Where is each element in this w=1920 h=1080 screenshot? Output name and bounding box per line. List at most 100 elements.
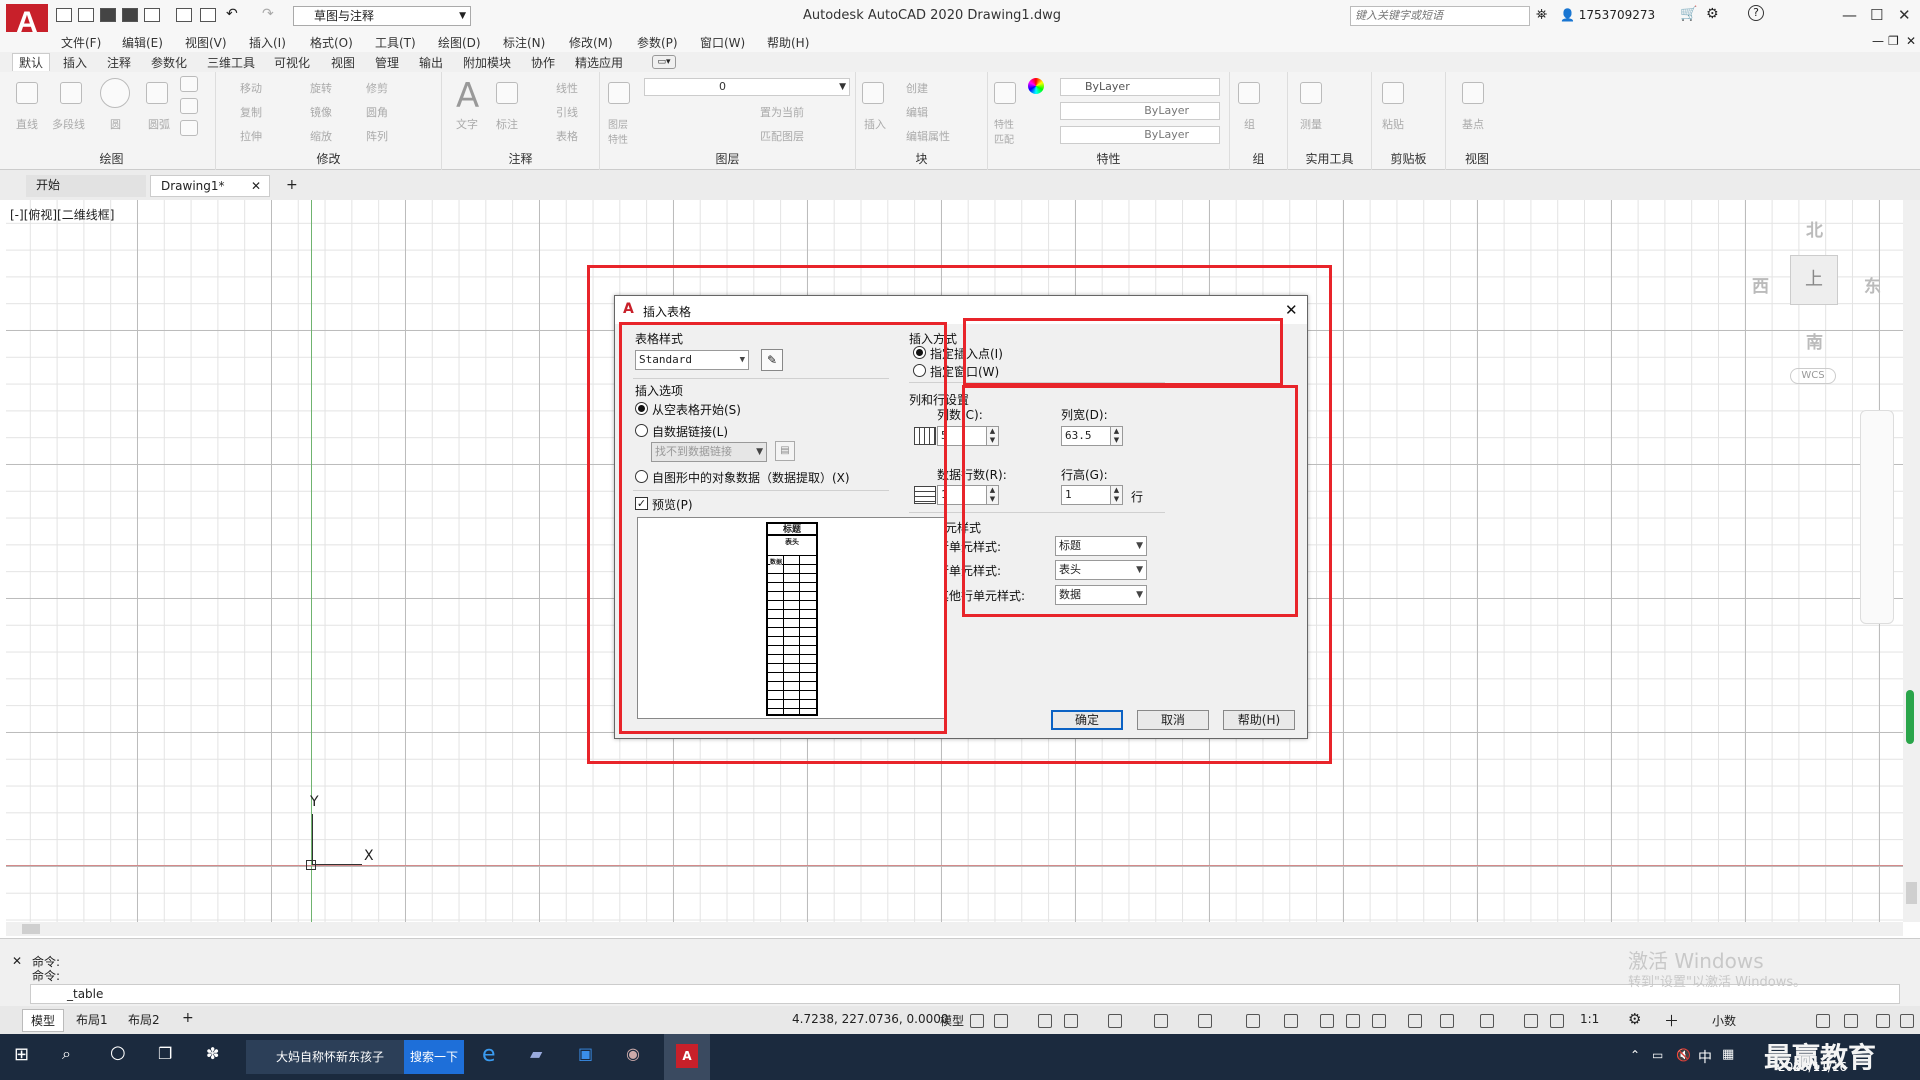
panel-layers-title[interactable]: 图层 bbox=[600, 150, 855, 167]
gizmo-icon[interactable] bbox=[1524, 1014, 1538, 1028]
doc-minimize-button[interactable]: — bbox=[1872, 34, 1884, 48]
scale-button[interactable]: 缩放 bbox=[310, 128, 332, 144]
ortho-icon[interactable] bbox=[1108, 1014, 1122, 1028]
units-dropdown[interactable]: 小数 bbox=[1712, 1012, 1736, 1029]
viewport-controls[interactable]: [-][俯视][二维线框] bbox=[10, 206, 114, 223]
ellipse-icon[interactable] bbox=[180, 120, 198, 136]
vertical-scrollbar[interactable] bbox=[1903, 200, 1920, 922]
tab-3d-tools[interactable]: 三维工具 bbox=[207, 54, 255, 71]
color-dropdown[interactable]: ByLayer bbox=[1060, 78, 1220, 96]
menu-window[interactable]: 窗口(W) bbox=[700, 34, 745, 51]
viewcube-west[interactable]: 西 bbox=[1752, 272, 1769, 297]
table-button[interactable]: 表格 bbox=[556, 128, 578, 144]
export-icon[interactable] bbox=[144, 8, 160, 22]
tab-start[interactable]: 开始 bbox=[26, 175, 146, 197]
tab-model[interactable]: 模型 bbox=[22, 1009, 65, 1032]
tab-collaborate[interactable]: 协作 bbox=[531, 54, 555, 71]
linear-button[interactable]: 线性 bbox=[556, 80, 578, 96]
tab-insert[interactable]: 插入 bbox=[63, 54, 87, 71]
navigation-bar[interactable] bbox=[1860, 410, 1894, 624]
menu-draw[interactable]: 绘图(D) bbox=[438, 34, 481, 51]
scroll-thumb[interactable] bbox=[1906, 882, 1917, 904]
layer-dropdown[interactable]: 0 ▼ bbox=[644, 78, 850, 96]
mirror-button[interactable]: 镜像 bbox=[310, 104, 332, 120]
menu-format[interactable]: 格式(O) bbox=[310, 34, 353, 51]
tab-visualize[interactable]: 可视化 bbox=[274, 54, 310, 71]
workspace-switcher[interactable]: 草图与注释 ▼ bbox=[293, 6, 471, 26]
autocad-task[interactable]: A bbox=[664, 1034, 710, 1080]
panel-clipboard-title[interactable]: 剪贴板 bbox=[1372, 150, 1445, 167]
a360-icon[interactable]: ⚙ bbox=[1706, 6, 1719, 22]
menu-modify[interactable]: 修改(M) bbox=[569, 34, 613, 51]
keyboard-icon[interactable]: ▦ bbox=[1722, 1047, 1734, 1062]
isolate-objects-icon[interactable] bbox=[1876, 1014, 1890, 1028]
color-wheel-icon[interactable] bbox=[1028, 78, 1044, 94]
base-point-icon[interactable] bbox=[1462, 82, 1484, 104]
circle-icon[interactable] bbox=[100, 78, 130, 108]
menu-help[interactable]: 帮助(H) bbox=[767, 34, 809, 51]
copy-button[interactable]: 复制 bbox=[240, 104, 262, 120]
tab-default[interactable]: 默认 bbox=[12, 53, 51, 71]
new-tab-button[interactable]: + bbox=[282, 175, 298, 197]
panel-utilities-title[interactable]: 实用工具 bbox=[1288, 150, 1371, 167]
annotation-visibility-icon[interactable] bbox=[1550, 1014, 1564, 1028]
infer-icon[interactable] bbox=[1038, 1014, 1052, 1028]
cortana-icon[interactable]: ○ bbox=[110, 1042, 126, 1063]
group-icon[interactable] bbox=[1238, 82, 1260, 104]
customize-icon[interactable] bbox=[1900, 1014, 1914, 1028]
wcs-menu[interactable]: WCS bbox=[1790, 368, 1836, 384]
tab-output[interactable]: 输出 bbox=[419, 54, 443, 71]
edge-icon[interactable]: e bbox=[482, 1042, 496, 1067]
tab-drawing1[interactable]: Drawing1* ✕ bbox=[150, 175, 270, 197]
rectangle-icon[interactable] bbox=[180, 76, 198, 92]
cart-icon[interactable]: 🛒 bbox=[1680, 6, 1697, 22]
osnap-track-icon[interactable] bbox=[1246, 1014, 1260, 1028]
coordinates-readout[interactable]: 4.7238, 227.0736, 0.0000 bbox=[792, 1012, 949, 1026]
cancel-button[interactable]: 取消 bbox=[1137, 710, 1209, 730]
hatch-icon[interactable] bbox=[180, 98, 198, 114]
viewcube-east[interactable]: 东 bbox=[1864, 272, 1881, 297]
measure-icon[interactable] bbox=[1300, 82, 1322, 104]
panel-properties-title[interactable]: 特性 bbox=[988, 150, 1229, 167]
lock-ui-icon[interactable] bbox=[1844, 1014, 1858, 1028]
browser-task[interactable]: 大妈自称怀新东孩子 bbox=[246, 1040, 406, 1074]
polar-icon[interactable] bbox=[1154, 1014, 1168, 1028]
gear-icon[interactable]: ⚙ bbox=[1628, 1010, 1641, 1028]
tray-up-icon[interactable]: ⌃ bbox=[1630, 1048, 1640, 1062]
trim-button[interactable]: 修剪 bbox=[366, 80, 388, 96]
tab-manage[interactable]: 管理 bbox=[375, 54, 399, 71]
edit-attributes-button[interactable]: 编辑属性 bbox=[906, 128, 950, 144]
viewcube-top-face[interactable]: 上 bbox=[1790, 255, 1838, 305]
model-space-button[interactable]: 模型 bbox=[940, 1012, 964, 1029]
dynamic-input-icon[interactable] bbox=[1064, 1014, 1078, 1028]
add-icon[interactable]: ＋ bbox=[1664, 1010, 1679, 1031]
isodraft-icon[interactable] bbox=[1198, 1014, 1212, 1028]
dynamic-ucs-icon[interactable] bbox=[1440, 1014, 1454, 1028]
quick-properties-icon[interactable] bbox=[1816, 1014, 1830, 1028]
tab-featured-apps[interactable]: 精选应用 bbox=[575, 54, 623, 71]
viewcube-south[interactable]: 南 bbox=[1806, 328, 1823, 353]
annotation-scale[interactable]: 1:1 bbox=[1580, 1012, 1599, 1026]
green-slider[interactable] bbox=[1906, 690, 1914, 744]
scroll-thumb-h[interactable] bbox=[22, 924, 40, 934]
panel-draw-title[interactable]: 绘图 bbox=[8, 150, 215, 167]
add-layout-button[interactable]: + bbox=[182, 1010, 194, 1026]
tab-view[interactable]: 视图 bbox=[331, 54, 355, 71]
command-input[interactable]: _table bbox=[30, 984, 1900, 1004]
save-as-icon[interactable] bbox=[122, 8, 138, 22]
move-button[interactable]: 移动 bbox=[240, 80, 262, 96]
search-button[interactable]: 搜索一下 bbox=[404, 1040, 464, 1074]
match-layer-button[interactable]: 匹配图层 bbox=[760, 128, 804, 144]
menu-view[interactable]: 视图(V) bbox=[185, 34, 227, 51]
dialog-close-button[interactable]: ✕ bbox=[1285, 301, 1298, 319]
menu-dimension[interactable]: 标注(N) bbox=[503, 34, 545, 51]
linetype-dropdown[interactable]: ByLayer bbox=[1060, 102, 1220, 120]
lineweight-dropdown[interactable]: ByLayer bbox=[1060, 126, 1220, 144]
panel-view-title[interactable]: 视图 bbox=[1446, 150, 1508, 167]
lineweight-icon[interactable] bbox=[1320, 1014, 1334, 1028]
close-window-button[interactable]: ✕ bbox=[1898, 6, 1911, 24]
undo-icon[interactable]: ↶ bbox=[226, 6, 238, 22]
arc-icon[interactable] bbox=[146, 82, 168, 104]
ribbon-toggle-button[interactable]: ▭▾ bbox=[652, 55, 676, 69]
close-tab-icon[interactable]: ✕ bbox=[251, 176, 261, 196]
